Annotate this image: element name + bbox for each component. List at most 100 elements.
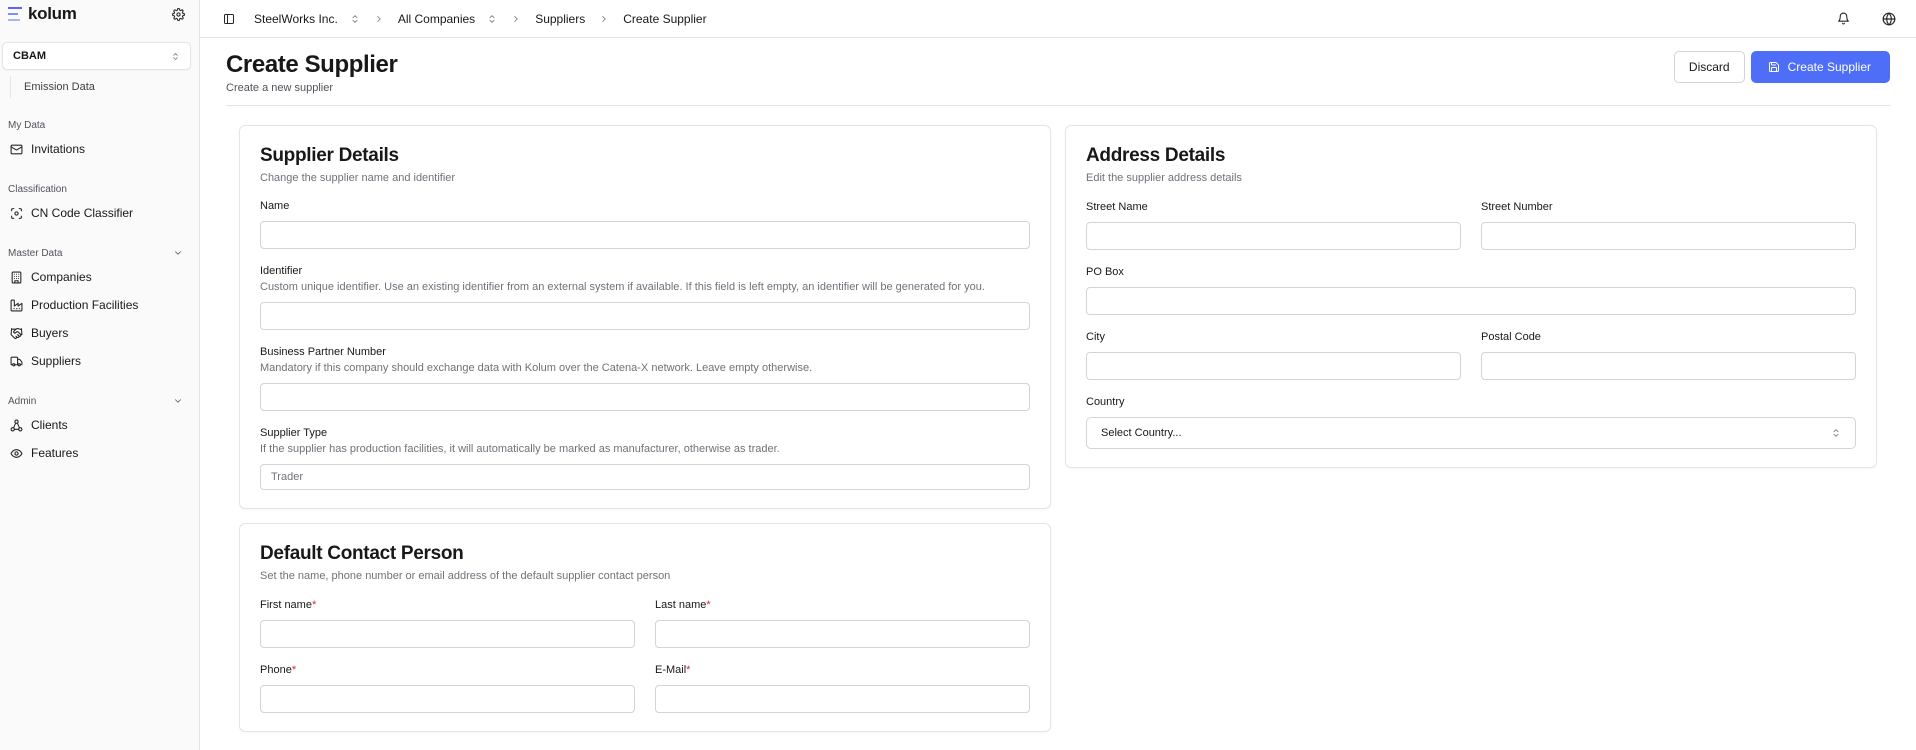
mail-icon	[10, 144, 23, 154]
postal-code-label: Postal Code	[1481, 331, 1541, 343]
handshake-icon	[10, 327, 23, 339]
network-icon	[10, 419, 23, 431]
sidebar-item-label: Invitations	[31, 142, 86, 156]
card-description: Edit the supplier address details	[1086, 172, 1242, 184]
city-input[interactable]	[1086, 352, 1461, 380]
card-title: Supplier Details	[260, 145, 399, 166]
street-name-input[interactable]	[1086, 222, 1461, 250]
street-number-label: Street Number	[1481, 201, 1553, 213]
phone-label: Phone*	[260, 664, 297, 676]
sidebar-item-label: Buyers	[31, 326, 69, 340]
card-title: Address Details	[1086, 145, 1226, 166]
breadcrumb-current: Create Supplier	[623, 11, 707, 26]
sidebar-item-label: Emission Data	[24, 81, 95, 93]
section-label-my-data: My Data	[8, 119, 46, 131]
section-label-classification: Classification	[8, 183, 67, 195]
sidebar-toggle-icon[interactable]	[220, 10, 238, 28]
module-select[interactable]: CBAM	[2, 42, 191, 70]
bpn-input[interactable]	[260, 383, 1030, 411]
last-name-field-group: Last name*	[655, 598, 1030, 648]
sidebar-item-production-facilities[interactable]: Production Facilities	[0, 291, 199, 319]
discard-button[interactable]: Discard	[1673, 51, 1745, 83]
settings-gear-icon[interactable]	[169, 5, 187, 23]
street-number-field-group: Street Number	[1481, 200, 1856, 250]
sidebar-item-buyers[interactable]: Buyers	[0, 319, 199, 347]
scan-icon	[11, 207, 22, 219]
email-input[interactable]	[655, 685, 1030, 713]
breadcrumb-suppliers[interactable]: Suppliers	[535, 12, 585, 26]
bpn-help: Mandatory if this company should exchang…	[260, 362, 813, 374]
identifier-label: Identifier	[260, 265, 303, 277]
breadcrumb-company[interactable]: SteelWorks Inc.	[254, 12, 360, 26]
section-label-admin[interactable]: Admin	[0, 391, 199, 411]
logo-row: kolum	[0, 0, 199, 28]
postal-code-field-group: Postal Code	[1481, 330, 1856, 380]
city-field-group: City	[1086, 330, 1461, 380]
globe-icon[interactable]	[1880, 10, 1898, 28]
required-mark: *	[706, 599, 711, 611]
default-contact-card: Default Contact Person Set the name, pho…	[239, 523, 1051, 732]
phone-input[interactable]	[260, 685, 635, 713]
country-label: Country	[1086, 396, 1125, 408]
sidebar-item-invitations[interactable]: Invitations	[0, 135, 199, 163]
postal-code-input[interactable]	[1481, 352, 1856, 380]
sidebar-item-label: Clients	[31, 418, 68, 432]
supplier-type-field-group: Supplier Type If the supplier has produc…	[260, 426, 1030, 490]
building-icon	[11, 271, 22, 283]
chevron-down-icon	[175, 251, 181, 255]
address-details-card: Address Details Edit the supplier addres…	[1065, 125, 1877, 468]
sidebar-item-clients[interactable]: Clients	[0, 411, 199, 439]
street-number-input[interactable]	[1481, 222, 1856, 250]
first-name-label: First name*	[260, 599, 317, 611]
country-select[interactable]: Select Country...	[1086, 417, 1856, 449]
breadcrumb-label: SteelWorks Inc.	[254, 11, 338, 26]
section-label-master-data[interactable]: Master Data	[0, 243, 199, 263]
bell-icon[interactable]	[1834, 10, 1852, 28]
breadcrumb-label: All Companies	[397, 11, 476, 26]
chevrons-up-down-icon	[489, 14, 495, 23]
sidebar-item-cn-code-classifier[interactable]: CN Code Classifier	[0, 199, 199, 227]
bpn-label: Business Partner Number	[260, 346, 386, 358]
breadcrumb-all-companies[interactable]: All Companies	[398, 12, 497, 26]
po-box-label: PO Box	[1086, 266, 1124, 278]
truck-icon	[10, 356, 23, 366]
sidebar-item-label: CN Code Classifier	[31, 206, 134, 220]
factory-icon	[10, 299, 23, 311]
card-description: Change the supplier name and identifier	[260, 172, 456, 184]
chevron-right-icon	[514, 15, 518, 22]
kolum-logo-icon	[8, 7, 22, 21]
sidebar-item-emission-data[interactable]: Emission Data	[10, 76, 199, 98]
page-header: Create Supplier Create a new supplier Di…	[226, 51, 1890, 106]
phone-field-group: Phone*	[260, 663, 635, 713]
sidebar-item-suppliers[interactable]: Suppliers	[0, 347, 199, 375]
chevron-right-icon	[377, 15, 381, 22]
form-content: Supplier Details Change the supplier nam…	[239, 125, 1878, 732]
po-box-input[interactable]	[1086, 287, 1856, 315]
identifier-input[interactable]	[260, 302, 1030, 330]
logo[interactable]: kolum	[8, 4, 77, 24]
card-title: Default Contact Person	[260, 543, 464, 564]
sidebar-item-companies[interactable]: Companies	[0, 263, 199, 291]
save-icon	[1768, 62, 1779, 72]
email-label: E-Mail*	[655, 664, 691, 676]
create-supplier-button[interactable]: Create Supplier	[1750, 51, 1890, 83]
name-field-group: Name	[260, 199, 1030, 249]
required-mark: *	[311, 599, 317, 611]
name-input[interactable]	[260, 221, 1030, 249]
first-name-input[interactable]	[260, 620, 635, 648]
page-title: Create Supplier	[226, 51, 398, 78]
eye-icon	[10, 448, 23, 458]
logo-text: kolum	[28, 4, 77, 23]
email-field-group: E-Mail*	[655, 663, 1030, 713]
sidebar-item-label: Companies	[31, 270, 92, 284]
bpn-field-group: Business Partner Number Mandatory if thi…	[260, 345, 1030, 411]
supplier-type-help: If the supplier has production facilitie…	[260, 443, 780, 455]
city-label: City	[1086, 331, 1105, 343]
supplier-type-input[interactable]	[260, 464, 1030, 490]
required-mark: *	[686, 664, 691, 676]
main-area: SteelWorks Inc. All Companies Suppliers …	[200, 0, 1916, 750]
last-name-input[interactable]	[655, 620, 1030, 648]
street-name-label: Street Name	[1086, 201, 1148, 213]
sidebar-item-features[interactable]: Features	[0, 439, 199, 467]
chevrons-up-down-icon	[1833, 429, 1839, 437]
